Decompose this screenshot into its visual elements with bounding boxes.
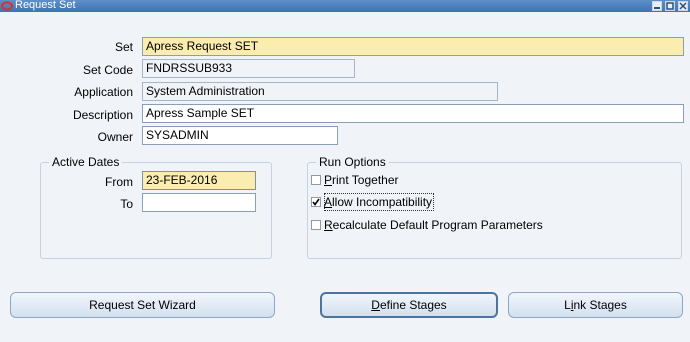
set-code-label: Set Code xyxy=(82,63,133,77)
from-date-field[interactable]: 23-FEB-2016 xyxy=(142,171,256,190)
application-label: Application xyxy=(74,85,133,99)
oracle-logo-icon xyxy=(1,1,13,11)
application-field[interactable]: System Administration xyxy=(142,82,498,101)
recalculate-parameters-label: Recalculate Default Program Parameters xyxy=(324,218,543,232)
to-date-field[interactable] xyxy=(142,193,256,212)
set-code-field[interactable]: FNDRSSUB933 xyxy=(142,59,355,78)
description-label: Description xyxy=(72,108,133,122)
allow-incompatibility-label: Allow Incompatibility xyxy=(324,193,435,211)
link-stages-button[interactable]: Link Stages xyxy=(508,292,683,318)
recalculate-parameters-checkbox[interactable]: Recalculate Default Program Parameters xyxy=(311,216,551,234)
minimize-icon[interactable] xyxy=(652,1,662,11)
define-stages-button[interactable]: Define Stages xyxy=(320,292,498,318)
print-together-label: Print Together xyxy=(324,173,399,187)
close-icon[interactable] xyxy=(678,1,688,11)
allow-incompatibility-checkbox[interactable]: Allow Incompatibility xyxy=(311,193,435,211)
title-bar: Request Set xyxy=(0,0,690,12)
print-together-checkbox[interactable]: Print Together xyxy=(311,171,431,189)
request-set-wizard-button[interactable]: Request Set Wizard xyxy=(10,292,275,318)
to-label: To xyxy=(120,197,133,211)
run-options-title: Run Options xyxy=(316,155,389,169)
checkbox-unchecked-icon[interactable] xyxy=(311,175,321,185)
description-field[interactable]: Apress Sample SET xyxy=(142,104,684,123)
from-label: From xyxy=(105,175,133,189)
checkbox-unchecked-icon[interactable] xyxy=(311,220,321,230)
window-title: Request Set xyxy=(15,0,76,11)
owner-label: Owner xyxy=(97,130,133,144)
owner-field[interactable]: SYSADMIN xyxy=(142,126,338,145)
set-field[interactable]: Apress Request SET xyxy=(142,37,684,56)
active-dates-title: Active Dates xyxy=(49,155,123,169)
maximize-icon[interactable] xyxy=(665,1,675,11)
set-label: Set xyxy=(114,40,133,54)
checkbox-checked-icon[interactable] xyxy=(311,197,321,207)
